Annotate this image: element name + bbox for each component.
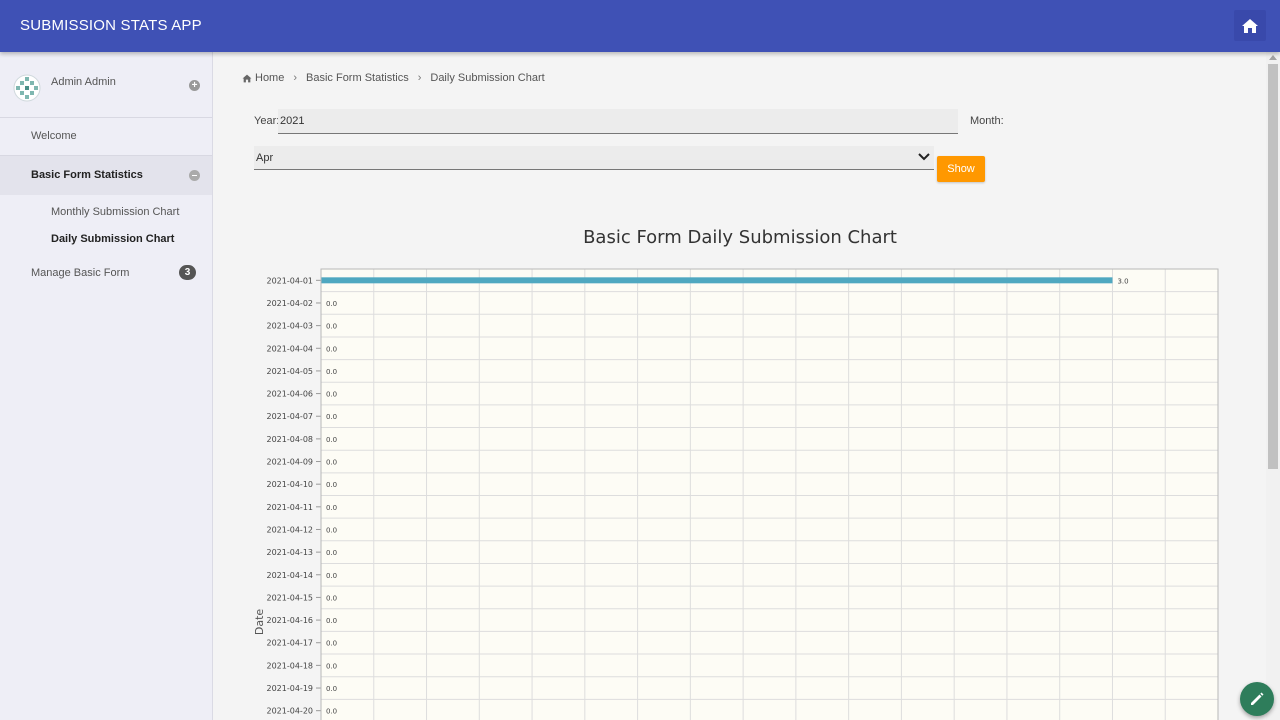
edit-fab-button[interactable] <box>1240 682 1274 716</box>
y-tick-label: 2021-04-18 <box>267 661 314 670</box>
avatar-icon <box>13 74 41 102</box>
data-label: 0.0 <box>326 481 337 489</box>
y-tick-label: 2021-04-07 <box>267 412 314 421</box>
y-tick-label: 2021-04-09 <box>267 458 314 467</box>
home-icon <box>242 74 252 82</box>
chevron-right-icon: › <box>417 72 422 84</box>
data-label: 0.0 <box>326 436 337 444</box>
scroll-up-arrow[interactable] <box>1269 55 1277 60</box>
data-label: 0.0 <box>326 300 337 308</box>
y-tick-label: 2021-04-20 <box>267 707 314 716</box>
user-name: Admin Admin <box>51 76 116 88</box>
sidebar-subitem-daily-chart[interactable]: Daily Submission Chart <box>51 233 174 245</box>
data-label: 0.0 <box>326 617 337 625</box>
y-tick-label: 2021-04-15 <box>267 593 314 602</box>
chevron-right-icon: › <box>293 72 298 84</box>
data-label: 0.0 <box>326 662 337 670</box>
data-label: 0.0 <box>326 685 337 693</box>
y-tick-label: 2021-04-11 <box>267 503 314 512</box>
y-tick-label: 2021-04-17 <box>267 639 314 648</box>
data-label: 0.0 <box>326 413 337 421</box>
y-tick-label: 2021-04-13 <box>267 548 314 557</box>
y-tick-label: 2021-04-02 <box>267 299 314 308</box>
sidebar-item-welcome[interactable]: Welcome <box>0 118 212 156</box>
y-tick-label: 2021-04-05 <box>267 367 314 376</box>
sidebar: Admin Admin + Welcome Basic Form Statist… <box>0 52 213 720</box>
chart-title: Basic Form Daily Submission Chart <box>583 227 897 248</box>
breadcrumb-daily-chart: Daily Submission Chart <box>430 72 545 84</box>
sidebar-item-manage-basic-form[interactable]: Manage Basic Form 3 <box>0 257 212 287</box>
y-tick-label: 2021-04-08 <box>267 435 314 444</box>
month-label: Month: <box>970 115 1004 127</box>
data-label: 0.0 <box>326 323 337 331</box>
data-label: 0.0 <box>326 572 337 580</box>
data-label: 0.0 <box>326 504 337 512</box>
daily-submission-chart: 2021-04-01 2021-04-02 2021-04-03 2021-04-04… <box>253 268 1219 720</box>
y-tick-label: 2021-04-06 <box>267 390 314 399</box>
minus-circle-icon[interactable] <box>189 170 200 181</box>
scroll-thumb[interactable] <box>1268 64 1278 469</box>
y-tick-label: 2021-04-01 <box>267 276 314 285</box>
data-label: 0.0 <box>326 459 337 467</box>
breadcrumb: Home › Basic Form Statistics › Daily Sub… <box>242 72 545 84</box>
sidebar-item-label: Welcome <box>31 130 77 142</box>
breadcrumb-home[interactable]: Home <box>255 72 284 84</box>
data-label: 0.0 <box>326 368 337 376</box>
data-label: 0.0 <box>326 549 337 557</box>
y-tick-label: 2021-04-16 <box>267 616 314 625</box>
count-badge: 3 <box>179 265 196 280</box>
breadcrumb-basic-form-statistics[interactable]: Basic Form Statistics <box>306 72 409 84</box>
data-label: 0.0 <box>326 708 337 716</box>
month-select-value: Apr <box>256 152 274 164</box>
y-tick-label: 2021-04-03 <box>267 322 314 331</box>
year-label: Year: <box>254 115 280 127</box>
y-tick-label: 2021-04-19 <box>267 684 314 693</box>
data-label: 0.0 <box>326 345 337 353</box>
month-select[interactable]: Apr <box>254 146 934 170</box>
data-label: 0.0 <box>326 594 337 602</box>
year-input[interactable]: 2021 <box>278 109 958 134</box>
y-tick-label: 2021-04-12 <box>267 525 314 534</box>
y-tick-label: 2021-04-10 <box>267 480 314 489</box>
vertical-scrollbar[interactable] <box>1266 52 1280 720</box>
sidebar-item-label: Manage Basic Form <box>31 267 130 279</box>
bar[interactable] <box>321 277 1113 284</box>
top-bar: SUBMISSION STATS APP <box>0 0 1280 52</box>
data-label: 3.0 <box>1117 277 1128 285</box>
plus-circle-icon[interactable]: + <box>189 80 200 91</box>
sidebar-subitem-monthly-chart[interactable]: Monthly Submission Chart <box>51 206 179 218</box>
sidebar-item-label: Basic Form Statistics <box>31 169 143 181</box>
data-label: 0.0 <box>326 391 337 399</box>
sidebar-item-basic-form-statistics[interactable]: Basic Form Statistics <box>0 156 212 195</box>
show-button[interactable]: Show <box>937 156 985 182</box>
pencil-icon <box>1251 692 1264 705</box>
y-tick-label: 2021-04-04 <box>267 344 314 353</box>
user-block: Admin Admin + <box>0 52 212 118</box>
app-title[interactable]: SUBMISSION STATS APP <box>20 17 202 34</box>
y-axis-label: Date <box>253 609 266 636</box>
home-button[interactable] <box>1234 10 1266 41</box>
home-icon <box>1242 18 1258 33</box>
chevron-down-icon <box>918 153 930 161</box>
data-label: 0.0 <box>326 640 337 648</box>
data-label: 0.0 <box>326 526 337 534</box>
y-tick-label: 2021-04-14 <box>267 571 314 580</box>
